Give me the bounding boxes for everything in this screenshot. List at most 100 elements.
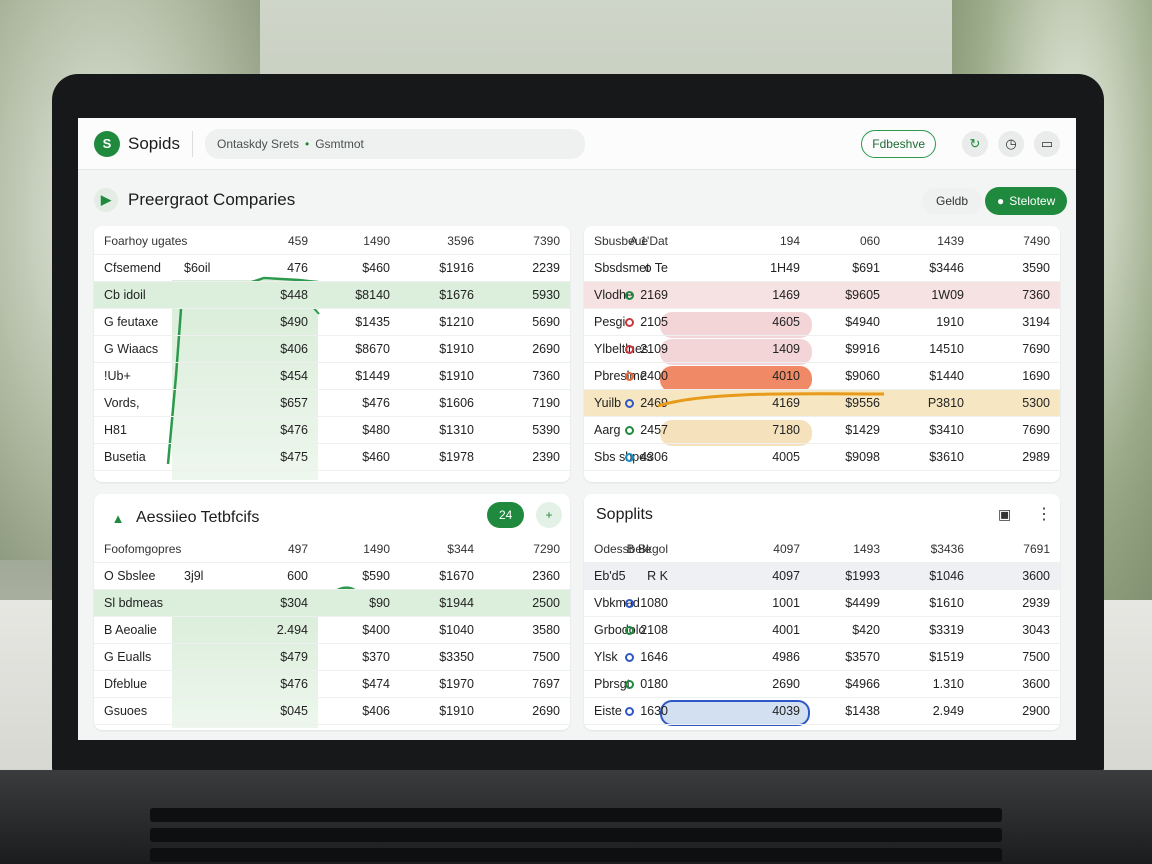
- table-row[interactable]: Pbreslme 2400 4010 $9060 $1440 1690: [584, 363, 1060, 390]
- table-row[interactable]: O Sbslee 600 $590 $1670 2360: [94, 563, 570, 590]
- cell-text: $4940: [845, 315, 880, 329]
- table-row[interactable]: G Eualls $479 $370 $3350 7500: [94, 644, 570, 671]
- table-row[interactable]: Cfsemend 476 $460 $1916 2239: [94, 255, 570, 282]
- table-row[interactable]: Aarg 2457 7180 $1429 $3410 7690: [584, 417, 1060, 444]
- cell-value: $657: [280, 396, 308, 410]
- cell-text: 2.949: [932, 704, 964, 718]
- cell-text: A 1'Dat: [629, 234, 668, 248]
- cell-text: 1.310: [932, 677, 964, 691]
- cell-value: 4097: [772, 569, 800, 583]
- table-row[interactable]: Dfeblue $476 $474 $1970 7697: [94, 671, 570, 698]
- cell-text: 7697: [532, 677, 560, 691]
- cell-value: 7360: [1022, 288, 1050, 302]
- table-row[interactable]: Sbs sbpes 4306 4005 $9098 $3610 2989: [584, 444, 1060, 471]
- cell-text: $476: [280, 677, 308, 691]
- cell-text: 1439: [937, 234, 964, 248]
- cell-value: 1001: [772, 596, 800, 610]
- cell-text: $3319: [929, 623, 964, 637]
- check-icon: ●: [997, 194, 1005, 208]
- cell-text: 4986: [772, 650, 800, 664]
- cell-text: $3410: [929, 423, 964, 437]
- cell-text: O Sbslee: [104, 569, 156, 583]
- chat-icon[interactable]: ▭: [1034, 130, 1060, 157]
- cell-value: 3194: [1022, 315, 1050, 329]
- cell-text: 3596: [447, 234, 474, 248]
- app-logo[interactable]: S: [94, 130, 120, 157]
- cell-text: 060: [859, 234, 880, 248]
- table-row[interactable]: Ylbeltlnes 2109 1409 $9916 14510 7690: [584, 336, 1060, 363]
- table-row[interactable]: B Aeoalie 2.494 $400 $1040 3580: [94, 617, 570, 644]
- table-row[interactable]: Eiste 1630 4039 $1438 2.949 2900: [584, 698, 1060, 725]
- row-label: Ylsk: [594, 650, 618, 664]
- table-row[interactable]: Vlodhe 2169 1469 $9605 1W09 7360: [584, 282, 1060, 309]
- cell-value: $454: [280, 369, 308, 383]
- calendar-icon[interactable]: ▣: [998, 506, 1011, 523]
- cell-text: 2360: [532, 569, 560, 583]
- cell-text: $9605: [845, 288, 880, 302]
- breadcrumb-item-1[interactable]: Ontaskdy Srets: [217, 137, 299, 151]
- cell-value: 2900: [1022, 704, 1050, 718]
- cell-text: 497: [287, 542, 308, 556]
- table-row[interactable]: Yuilb 2469 4169 $9556 P3810 5300: [584, 390, 1060, 417]
- cell-text: $1610: [929, 596, 964, 610]
- status-dot-icon: [625, 291, 635, 300]
- cell-text: $1606: [439, 396, 474, 410]
- cell-text: 2400: [640, 369, 668, 383]
- cell-value: $1916: [439, 261, 474, 275]
- section-1-light-button[interactable]: Geldb: [922, 188, 983, 214]
- cell-value: 7490: [1023, 234, 1050, 248]
- table-row[interactable]: !Ub+ $454 $1449 $1910 7360: [94, 363, 570, 390]
- cell-text: 7360: [1022, 288, 1050, 302]
- status-dot-icon: [625, 318, 635, 327]
- cell-value: 4010: [772, 369, 800, 383]
- cell-value: $460: [362, 450, 390, 464]
- divider: [191, 130, 193, 157]
- row-label: Busetia: [104, 450, 146, 464]
- table-row[interactable]: Busetia $475 $460 $1978 2390: [94, 444, 570, 471]
- table-row[interactable]: Cb idoil $448 $8140 $1676 5930: [94, 282, 570, 309]
- breadcrumb-item-2[interactable]: Gsmtmot: [315, 137, 364, 151]
- table-row[interactable]: Sbsdsmet o Te 1H49 $691 $3446 3590: [584, 255, 1060, 282]
- table-row[interactable]: Grbodolo 2108 4001 $420 $3319 3043: [584, 617, 1060, 644]
- more-options-icon[interactable]: ⋮: [1036, 504, 1052, 524]
- table-row[interactable]: Vords, $657 $476 $1606 7190: [94, 390, 570, 417]
- table-row[interactable]: G feutaxe $490 $1435 $1210 5690: [94, 309, 570, 336]
- cell-value: $1676: [439, 288, 474, 302]
- cell-value: $590: [362, 569, 390, 583]
- cell-value: 1439: [937, 234, 964, 248]
- cell-value: $3610: [929, 450, 964, 464]
- cell-text: 4039: [772, 704, 800, 718]
- table-row[interactable]: Pbrsgt 0180 2690 $4966 1.310 3600: [584, 671, 1060, 698]
- cell-text: 1493: [853, 542, 880, 556]
- cell-text: 4306: [640, 450, 668, 464]
- cell-text: 3580: [532, 623, 560, 637]
- cell-text: $3570: [845, 650, 880, 664]
- cell-value: 1490: [363, 234, 390, 248]
- cell-value: $1519: [929, 650, 964, 664]
- section-icon: ▶: [94, 188, 118, 212]
- cell-text: $406: [362, 704, 390, 718]
- table-row[interactable]: H81 $476 $480 $1310 5390: [94, 417, 570, 444]
- cell-text: 1646: [640, 650, 668, 664]
- refresh-icon[interactable]: ↻: [962, 130, 988, 157]
- outline-button[interactable]: Fdbeshve: [861, 129, 936, 158]
- cell-value: B Bkgol: [627, 542, 668, 556]
- status-dot-icon: [625, 653, 635, 662]
- table-row[interactable]: Pesgi 2105 4605 $4940 1910 3194: [584, 309, 1060, 336]
- cell-text: $1978: [439, 450, 474, 464]
- clock-icon[interactable]: ◷: [998, 130, 1024, 157]
- table-row[interactable]: Gsuoes $045 $406 $1910 2690: [94, 698, 570, 725]
- table-row[interactable]: Ylsk 1646 4986 $3570 $1519 7500: [584, 644, 1060, 671]
- section-1-green-button[interactable]: ● Stelotew: [985, 187, 1068, 215]
- table-row[interactable]: G Wiaacs $406 $8670 $1910 2690: [94, 336, 570, 363]
- cell-text: $1910: [439, 369, 474, 383]
- table-row[interactable]: Eb'd5 R K 4097 $1993 $1046 3600: [584, 563, 1060, 590]
- cell-value: $370: [362, 650, 390, 664]
- breadcrumb[interactable]: Ontaskdy Srets • Gsmtmot: [204, 128, 585, 159]
- cell-value: 4005: [772, 450, 800, 464]
- table-row[interactable]: Sl bdmeas $304 $90 $1944 2500: [94, 590, 570, 617]
- cell-text: 2690: [532, 342, 560, 356]
- cell-text: $370: [362, 650, 390, 664]
- cell-value: 7290: [533, 542, 560, 556]
- table-row[interactable]: Vbkmad 1080 1001 $4499 $1610 2939: [584, 590, 1060, 617]
